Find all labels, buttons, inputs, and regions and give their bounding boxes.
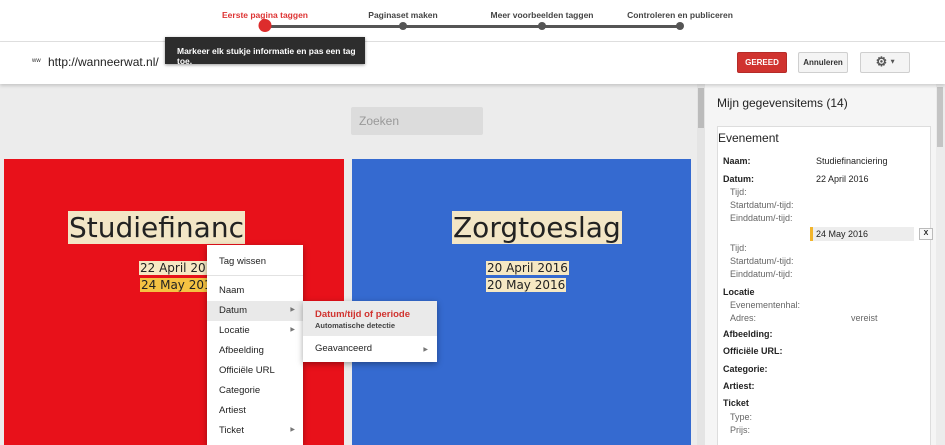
panel-title: Mijn gegevensitems (14) <box>717 96 848 110</box>
menu-item-date-label: Datum <box>219 305 247 316</box>
header-bar: ww http://wanneerwat.nl/ GEREED Annulere… <box>0 42 945 84</box>
done-button[interactable]: GEREED <box>737 52 787 73</box>
search-input[interactable]: Zoeken <box>351 107 483 135</box>
menu-item-artist[interactable]: Artiest <box>207 401 303 421</box>
ticket-label: Ticket <box>723 398 749 408</box>
scrollbar-thumb[interactable] <box>937 87 943 147</box>
name-value[interactable]: Studiefinanciering <box>816 156 888 166</box>
menu-divider <box>207 275 303 276</box>
submenu-item-subtitle: Automatische detectie <box>315 321 396 330</box>
artist-label: Artiest: <box>723 381 755 391</box>
end-date-value[interactable]: 24 May 2016 <box>810 227 914 241</box>
instruction-tooltip: Markeer elk stukje informatie en pas een… <box>165 37 365 66</box>
date-value[interactable]: 22 April 2016 <box>816 174 869 184</box>
time-label: Tijd: <box>730 187 747 197</box>
category-label: Categorie: <box>723 364 768 374</box>
card-start-date[interactable]: 20 April 2016 <box>486 261 569 275</box>
wizard-step-4-label[interactable]: Controleren en publiceren <box>627 10 733 20</box>
wizard-track <box>265 25 680 28</box>
end-datetime-label: Einddatum/-tijd: <box>730 213 793 223</box>
card-title[interactable]: Zorgtoeslag <box>452 211 622 244</box>
time-label-2: Tijd: <box>730 243 747 253</box>
page-preview: Zoeken Studiefinanc 22 April 2016 24 May… <box>0 84 697 445</box>
menu-item-ticket-label: Ticket <box>219 425 244 436</box>
scrollbar-thumb[interactable] <box>698 88 704 128</box>
image-label: Afbeelding: <box>723 329 773 339</box>
card-title[interactable]: Studiefinanc <box>68 211 245 244</box>
remove-button[interactable]: X <box>919 228 933 240</box>
name-label: Naam: <box>723 156 751 166</box>
cancel-button[interactable]: Annuleren <box>798 52 848 73</box>
wizard-step-2-dot[interactable] <box>399 22 407 30</box>
settings-button[interactable]: ⚙ ▾ <box>860 52 910 73</box>
chevron-right-icon: ▶ <box>290 427 295 433</box>
chevron-right-icon: ▶ <box>290 327 295 333</box>
official-url-label: Officiële URL: <box>723 346 783 356</box>
progress-wizard: Eerste pagina taggen Paginaset maken Mee… <box>0 0 945 42</box>
menu-item-ticket[interactable]: Ticket ▶ <box>207 421 303 441</box>
start-datetime-label-2: Startdatum/-tijd: <box>730 256 794 266</box>
wizard-step-2-label[interactable]: Paginaset maken <box>368 10 437 20</box>
tag-context-menu: Tag wissen Naam Datum ▶ Locatie ▶ Afbeeldi… <box>207 245 303 445</box>
venue-label: Evenementenhal: <box>730 300 801 310</box>
date-submenu: Datum/tijd of periode Automatische detec… <box>303 301 437 362</box>
event-title: Evenement <box>718 131 779 145</box>
menu-item-image[interactable]: Afbeelding <box>207 341 303 361</box>
chevron-down-icon: ▾ <box>890 58 895 66</box>
chevron-right-icon: ▶ <box>290 307 295 313</box>
wizard-step-4-dot[interactable] <box>676 22 684 30</box>
address-required-value: vereist <box>851 313 878 323</box>
wizard-step-3-dot[interactable] <box>538 22 546 30</box>
end-datetime-label-2: Einddatum/-tijd: <box>730 269 793 279</box>
date-label: Datum: <box>723 174 754 184</box>
wizard-step-3-label[interactable]: Meer voorbeelden taggen <box>491 10 594 20</box>
wizard-step-1-dot[interactable] <box>258 19 272 32</box>
menu-item-location[interactable]: Locatie ▶ <box>207 321 303 341</box>
chevron-right-icon: ▶ <box>423 347 428 353</box>
menu-item-clear-tag[interactable]: Tag wissen <box>207 252 303 272</box>
submenu-item-advanced[interactable]: Geavanceerd ▶ <box>303 341 437 359</box>
website-icon: ww <box>32 58 41 64</box>
menu-item-date[interactable]: Datum ▶ <box>207 301 303 321</box>
location-label: Locatie <box>723 287 755 297</box>
submenu-item-datetime[interactable]: Datum/tijd of periode Automatische detec… <box>303 301 437 336</box>
start-datetime-label: Startdatum/-tijd: <box>730 200 794 210</box>
ticket-type-label: Type: <box>730 412 753 422</box>
menu-item-official-url[interactable]: Officiële URL <box>207 361 303 381</box>
page-scrollbar[interactable] <box>697 84 705 445</box>
menu-item-name[interactable]: Naam <box>207 281 303 301</box>
menu-item-location-label: Locatie <box>219 325 250 336</box>
submenu-item-title: Datum/tijd of periode <box>315 309 410 320</box>
address-label: Adres: <box>730 313 757 323</box>
ticket-price-label: Prijs: <box>730 425 750 435</box>
submenu-item-advanced-label: Geavanceerd <box>315 343 373 354</box>
gear-icon: ⚙ <box>875 54 888 69</box>
card-end-date[interactable]: 20 May 2016 <box>486 278 567 292</box>
panel-scrollbar[interactable] <box>936 84 945 445</box>
page-url: http://wanneerwat.nl/ <box>48 55 159 69</box>
menu-item-category[interactable]: Categorie <box>207 381 303 401</box>
